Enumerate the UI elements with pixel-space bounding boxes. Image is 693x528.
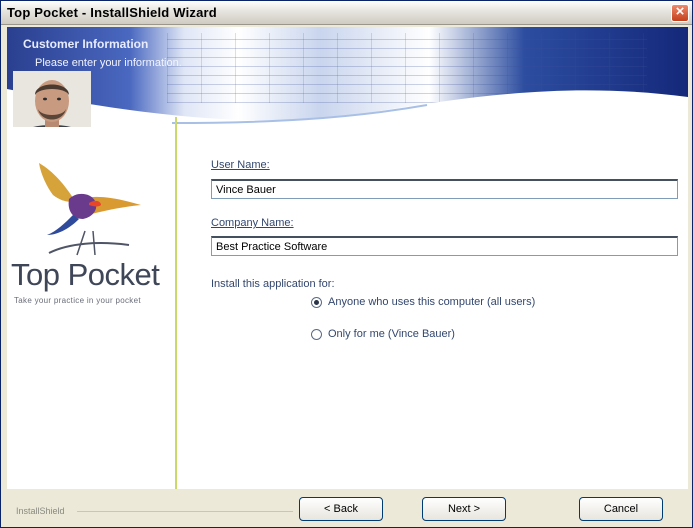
close-icon: × [675,3,685,20]
back-button[interactable]: < Back [299,497,383,521]
window-title: Top Pocket - InstallShield Wizard [7,5,217,20]
radio-all-users-label: Anyone who uses this computer (all users… [328,296,536,308]
logo-panel: Top Pocket Take your practice in your po… [7,127,175,489]
radio-only-me-label: Only for me (Vince Bauer) [328,328,455,340]
company-name-label: Company Name: [211,217,294,229]
company-name-field[interactable]: Best Practice Software [211,236,678,256]
header-banner: Customer Information Please enter your i… [7,27,688,127]
panel-divider [175,117,177,489]
footer-divider [77,511,293,512]
banner-subtitle: Please enter your information. [35,57,182,69]
logo-tagline: Take your practice in your pocket [14,296,141,305]
install-for-label: Install this application for: [211,278,335,290]
banner-title: Customer Information [23,37,149,51]
installshield-wizard-window: Top Pocket - InstallShield Wizard × Cust… [0,0,693,528]
installshield-brand: InstallShield [16,506,65,516]
radio-only-me[interactable]: Only for me (Vince Bauer) [311,328,455,340]
bird-logo-icon [39,163,141,256]
wizard-footer: InstallShield < Back Next > Cancel [1,489,692,527]
title-bar[interactable]: Top Pocket - InstallShield Wizard × [1,1,692,25]
radio-all-users[interactable]: Anyone who uses this computer (all users… [311,296,535,308]
logo-wordmark: Top Pocket [11,257,160,292]
next-button[interactable]: Next > [422,497,506,521]
close-button[interactable]: × [671,3,689,22]
cancel-button[interactable]: Cancel [579,497,663,521]
user-name-field[interactable]: Vince Bauer [211,179,678,199]
wizard-content: Customer Information Please enter your i… [7,27,688,489]
user-name-label: User Name: [211,159,270,171]
radio-unselected-icon[interactable] [311,328,322,340]
radio-selected-icon[interactable] [311,296,322,308]
